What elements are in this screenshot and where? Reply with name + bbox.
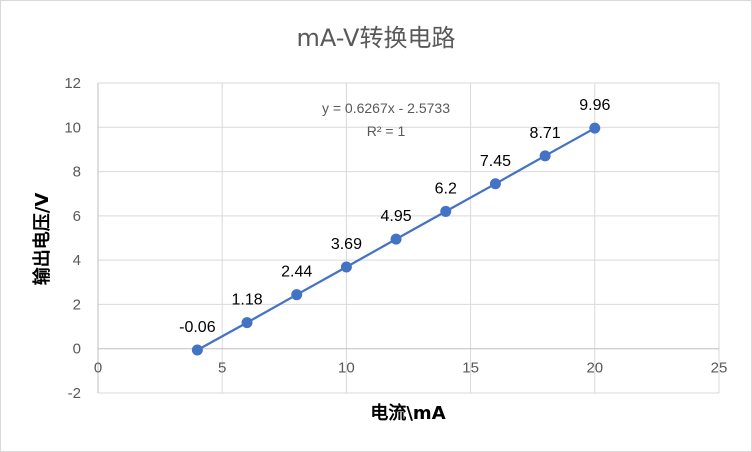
data-label: 3.69: [331, 236, 362, 253]
data-point: [539, 150, 551, 162]
data-label: 8.71: [530, 125, 561, 142]
y-tick-label: 12: [64, 75, 81, 92]
x-tick-label: 10: [338, 360, 355, 377]
data-label: -0.06: [179, 319, 216, 336]
y-axis-title: 输出电压/V: [31, 193, 53, 286]
data-point: [241, 317, 253, 329]
chart-container: mA-V转换电路 -2 0 2 4 6 8 10 12 0 5 10 15 20 25 -0.06 1.18…: [0, 0, 752, 452]
data-point: [191, 344, 203, 356]
data-label: 4.95: [381, 208, 412, 225]
data-point: [589, 122, 601, 134]
data-point: [440, 205, 452, 217]
data-point: [489, 178, 501, 190]
data-points: [191, 122, 601, 356]
data-label: 2.44: [281, 264, 312, 281]
data-label: 1.18: [231, 292, 262, 309]
y-tick-label: 6: [73, 208, 81, 225]
x-tick-label: 25: [711, 360, 728, 377]
data-point: [340, 261, 352, 273]
y-tick-label: 8: [73, 164, 81, 181]
data-label: 7.45: [480, 153, 511, 170]
y-tick-label: -2: [68, 385, 81, 402]
y-tick-label: 2: [73, 296, 81, 313]
chart-svg: mA-V转换电路 -2 0 2 4 6 8 10 12 0 5 10 15 20 25 -0.06 1.18…: [31, 24, 728, 424]
trendline-r-squared: R² = 1: [367, 123, 406, 139]
x-tick-label: 5: [218, 360, 226, 377]
x-tick-label: 15: [462, 360, 479, 377]
x-axis-title: 电流\mA: [370, 402, 445, 424]
data-point: [390, 233, 402, 245]
axes: [97, 83, 719, 393]
y-tick-label: 10: [64, 119, 81, 136]
y-tick-label: 0: [73, 341, 81, 358]
data-point: [291, 289, 303, 301]
chart-title: mA-V转换电路: [297, 24, 456, 52]
gridlines: [98, 82, 720, 394]
data-label: 9.96: [579, 97, 610, 114]
y-tick-label: 4: [73, 252, 81, 269]
trendline-equation: y = 0.6267x - 2.5733: [322, 100, 450, 116]
x-tick-label: 0: [94, 360, 102, 377]
x-tick-label: 20: [586, 360, 603, 377]
data-label: 6.2: [435, 180, 457, 197]
